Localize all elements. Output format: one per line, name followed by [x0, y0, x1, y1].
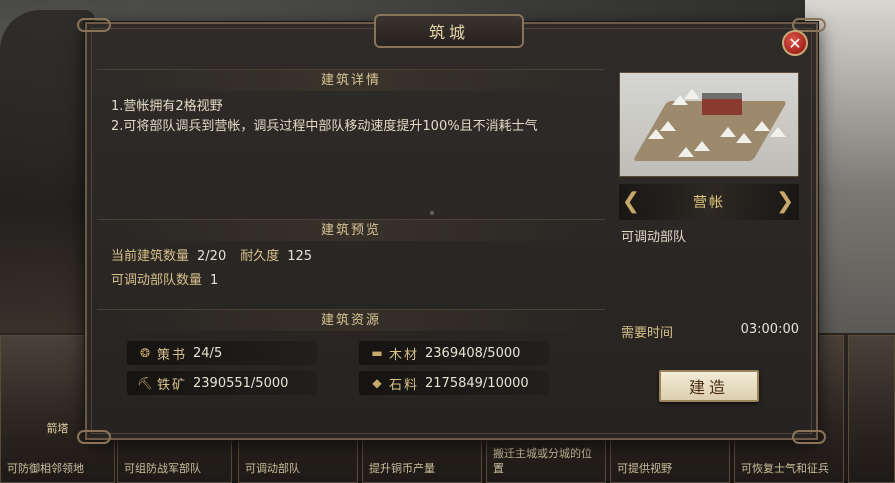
- building-count-value: 2/20: [197, 249, 227, 264]
- building-card[interactable]: [848, 335, 895, 483]
- resource-value: 2369408/5000: [425, 345, 521, 361]
- building-card-desc: 提升铜币产量: [369, 462, 435, 475]
- build-time-value: 03:00:00: [740, 322, 799, 337]
- scroll-indicator: [430, 211, 434, 215]
- tent-shape: [684, 89, 700, 99]
- scroll-icon: ❂: [139, 346, 151, 360]
- resource-name: 策书: [157, 347, 188, 363]
- camp-house: [702, 93, 742, 115]
- stone-icon: ◆: [372, 376, 382, 390]
- resource-name: 石料: [389, 377, 420, 393]
- detail-line: 1.营帐拥有2格视野: [111, 99, 223, 114]
- troops-count-label: 可调动部队数量: [111, 273, 203, 288]
- dialog-title: 筑城: [374, 14, 524, 48]
- details-body: 1.营帐拥有2格视野 2.可将部队调兵到营帐，调兵过程中部队移动速度提升100%…: [97, 91, 605, 219]
- building-card-desc: 可组防战军部队: [124, 462, 201, 475]
- background-character: [0, 10, 95, 340]
- tent-shape: [678, 147, 694, 157]
- durability-value: 125: [287, 249, 313, 264]
- resource-item-stone: ◆ 石料 2175849/10000: [359, 371, 549, 395]
- resource-name: 木材: [389, 347, 420, 363]
- building-description: 可调动部队: [621, 230, 687, 245]
- resource-item-wood: ▬ 木材 2369408/5000: [359, 341, 549, 365]
- resources-header: 建筑资源: [97, 309, 605, 331]
- frame-ornament: [77, 430, 111, 444]
- frame-ornament: [792, 430, 826, 444]
- tent-shape: [736, 133, 752, 143]
- building-panel: ❮ 营帐 ❯ 可调动部队 需要时间 03:00:00 建造: [619, 72, 799, 432]
- tent-shape: [648, 129, 664, 139]
- resource-item-iron: ⛏ 铁矿 2390551/5000: [127, 371, 317, 395]
- building-image: [619, 72, 799, 177]
- close-button[interactable]: ✕: [782, 30, 808, 56]
- tent-shape: [754, 121, 770, 131]
- building-count-label: 当前建筑数量: [111, 249, 190, 264]
- tent-shape: [770, 127, 786, 137]
- resource-item-scroll: ❂ 策书 24/5: [127, 341, 317, 365]
- preview-header: 建筑预览: [97, 219, 605, 241]
- building-name: 营帐: [693, 195, 725, 211]
- resource-name: 铁矿: [157, 377, 188, 393]
- tent-shape: [720, 127, 736, 137]
- durability-label: 耐久度: [240, 249, 280, 264]
- prev-building-arrow-icon[interactable]: ❮: [621, 190, 643, 214]
- building-selector: ❮ 营帐 ❯: [619, 184, 799, 220]
- build-button[interactable]: 建造: [659, 370, 759, 402]
- iron-icon: ⛏: [137, 376, 153, 390]
- build-time-row: 需要时间 03:00:00: [621, 322, 799, 341]
- resource-value: 2175849/10000: [425, 375, 529, 391]
- building-card-desc: 可调动部队: [245, 462, 300, 475]
- building-card-desc: 可防御相邻领地: [7, 462, 84, 475]
- wood-icon: ▬: [371, 346, 383, 360]
- build-dialog: 筑城 ✕ 建筑详情 1.营帐拥有2格视野 2.可将部队调兵到营帐，调兵过程中部队…: [77, 14, 826, 444]
- troops-count-value: 1: [210, 273, 219, 288]
- detail-line: 2.可将部队调兵到营帐，调兵过程中部队移动速度提升100%且不消耗士气: [111, 119, 538, 134]
- info-panel: 建筑详情 1.营帐拥有2格视野 2.可将部队调兵到营帐，调兵过程中部队移动速度提…: [97, 69, 605, 431]
- next-building-arrow-icon[interactable]: ❯: [775, 190, 797, 214]
- preview-body: 当前建筑数量 2/20 耐久度 125 可调动部队数量 1: [97, 241, 605, 309]
- tent-shape: [694, 141, 710, 151]
- resource-list: ❂ 策书 24/5 ▬ 木材 2369408/5000 ⛏ 铁矿 2390551…: [97, 331, 605, 431]
- building-card-desc: 搬迁主城或分城的位置: [493, 447, 592, 475]
- close-icon: ✕: [788, 33, 802, 53]
- build-time-label: 需要时间: [621, 326, 674, 341]
- resource-value: 2390551/5000: [193, 375, 289, 391]
- building-card-desc: 可提供视野: [617, 462, 672, 475]
- building-card-desc: 可恢复士气和征兵: [741, 462, 829, 475]
- details-header: 建筑详情: [97, 69, 605, 91]
- frame-ornament: [77, 18, 111, 32]
- resource-value: 24/5: [193, 345, 223, 361]
